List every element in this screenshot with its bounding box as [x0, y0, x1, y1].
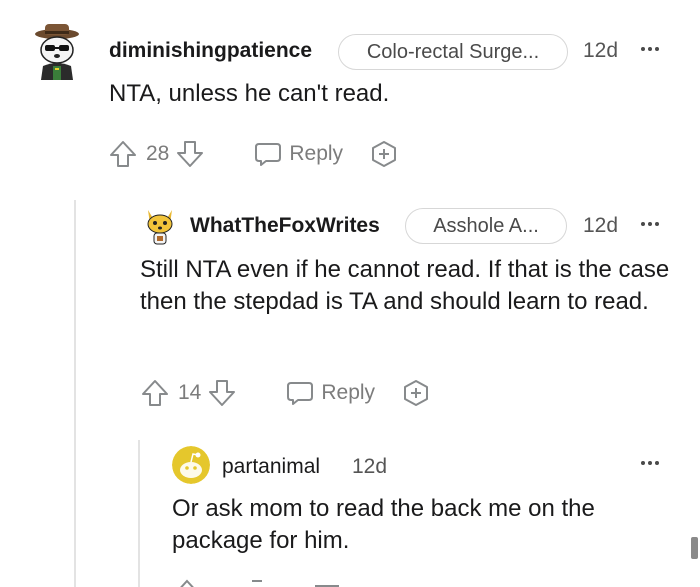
- username[interactable]: diminishingpatience: [109, 39, 312, 63]
- panda-cowboy-avatar-icon: [35, 24, 79, 80]
- user-avatar[interactable]: [172, 446, 210, 484]
- thread-line-level-1[interactable]: [74, 200, 76, 587]
- timestamp: 12d: [583, 39, 619, 62]
- comment-actions: 14 Reply: [140, 376, 431, 410]
- thread-line-level-2[interactable]: [138, 440, 140, 587]
- timestamp: 12d: [352, 455, 388, 478]
- arrow-down-icon[interactable]: [207, 378, 237, 408]
- speech-bubble-icon[interactable]: [285, 378, 315, 408]
- comment-body: Still NTA even if he cannot read. If tha…: [140, 256, 670, 315]
- user-avatar[interactable]: [31, 22, 83, 80]
- vote-count: 14: [178, 381, 202, 404]
- more-dots-icon[interactable]: [641, 461, 659, 465]
- timestamp: 12d: [583, 214, 619, 237]
- speech-bubble-icon[interactable]: [312, 578, 342, 587]
- user-avatar[interactable]: [142, 206, 178, 246]
- user-flair[interactable]: Asshole A...: [405, 208, 567, 244]
- username[interactable]: WhatTheFoxWrites: [190, 214, 380, 238]
- more-dots-icon[interactable]: [641, 47, 659, 51]
- comment-body: NTA, unless he can't read.: [109, 80, 390, 107]
- award-plus-icon[interactable]: [401, 378, 431, 408]
- speech-bubble-icon[interactable]: [253, 139, 283, 169]
- vote-count: 28: [146, 142, 170, 165]
- more-dots-icon[interactable]: [641, 222, 659, 226]
- fox-avatar-icon: [147, 210, 173, 245]
- arrow-down-icon[interactable]: [175, 139, 205, 169]
- arrow-down-icon[interactable]: [242, 578, 272, 587]
- award-plus-icon[interactable]: [369, 139, 399, 169]
- comment-actions: 28 Reply: [108, 137, 399, 171]
- reply-button[interactable]: Reply: [289, 142, 343, 166]
- username[interactable]: partanimal: [222, 455, 320, 479]
- user-flair[interactable]: Colo-rectal Surge...: [338, 34, 568, 70]
- snoo-avatar-icon: [172, 446, 210, 484]
- arrow-up-icon[interactable]: [172, 578, 202, 587]
- reply-button[interactable]: Reply: [321, 381, 375, 405]
- arrow-up-icon[interactable]: [108, 139, 138, 169]
- scrollbar-thumb[interactable]: [691, 537, 698, 559]
- arrow-up-icon[interactable]: [140, 378, 170, 408]
- comment-actions: [172, 578, 342, 587]
- comment-body: Or ask mom to read the back me on the pa…: [172, 495, 595, 554]
